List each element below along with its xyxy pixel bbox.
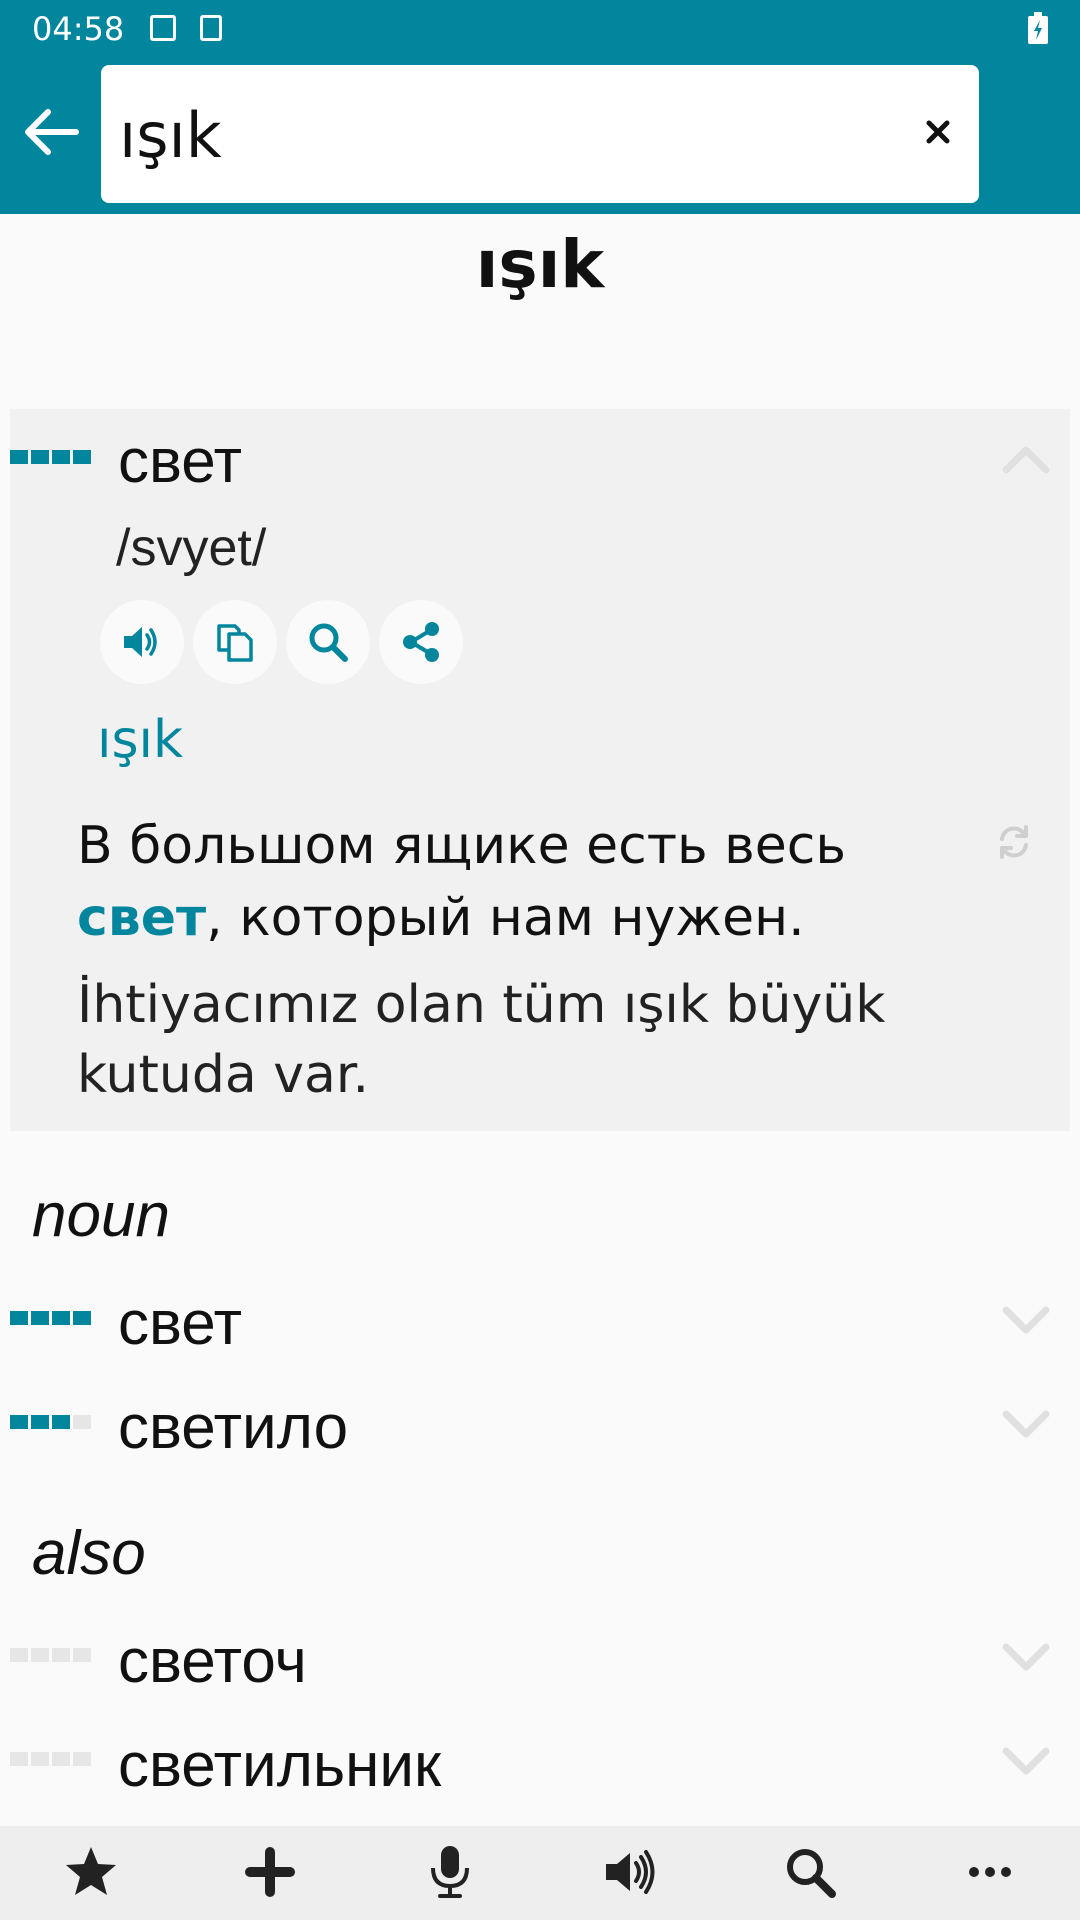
list-item-word[interactable]: светильник [118,1730,441,1801]
list-item-word[interactable]: светило [118,1392,348,1463]
refresh-icon[interactable] [996,824,1032,860]
search-query[interactable]: ışık [119,99,222,172]
battery-icon [1028,12,1048,44]
pronounce-button[interactable] [100,600,184,684]
share-button[interactable] [379,600,463,684]
frequency-bars [10,1648,91,1662]
bottom-toolbar [0,1826,1080,1920]
headword-title: ışık [475,226,605,303]
clear-icon[interactable] [919,113,957,151]
speaker-icon[interactable] [602,1844,658,1900]
frequency-bars [10,450,91,464]
list-item-word[interactable]: светоч [118,1626,307,1697]
frequency-bars [10,1415,91,1429]
example-sentence-tr: İhtiyacımız olan tüm ışık büyük kutuda v… [77,975,886,1105]
app-bar: ışık [0,56,1080,214]
example-highlight: свет [77,888,207,948]
status-time: 04:58 [32,10,125,48]
search-input[interactable]: ışık [101,65,979,203]
star-icon[interactable] [63,1844,119,1900]
microphone-icon[interactable] [422,1844,478,1900]
share-icon [403,622,439,662]
status-bar: 04:58 [0,0,1080,56]
speaker-icon [124,627,157,657]
frequency-bars [10,1752,91,1766]
app-notification-icon [200,15,222,41]
chevron-down-icon[interactable] [1002,1643,1050,1673]
frequency-bars [10,1311,91,1325]
list-item-word[interactable]: свет [118,1288,242,1359]
copy-icon [217,624,253,662]
back-arrow-icon[interactable] [18,100,82,164]
lookup-button[interactable] [286,600,370,684]
section-label-also: also [32,1519,146,1588]
chevron-down-icon[interactable] [1002,1306,1050,1336]
example-text: В большом ящике есть весь [77,816,847,876]
image-notification-icon [150,15,176,41]
section-label-noun: noun [32,1181,170,1250]
translation-word[interactable]: свет [118,426,242,497]
plus-icon[interactable] [242,1844,298,1900]
source-lemma-link[interactable]: ışık [97,710,183,770]
more-icon[interactable] [962,1844,1018,1900]
example-sentence-ru: В большом ящике есть весь свет, который … [77,810,957,954]
chevron-up-icon[interactable] [1002,444,1050,474]
search-icon[interactable] [782,1844,838,1900]
transliteration: /svyet/ [116,519,267,577]
copy-button[interactable] [193,600,277,684]
search-icon [309,623,348,662]
chevron-down-icon[interactable] [1002,1410,1050,1440]
example-text: , который нам нужен. [206,888,805,948]
chevron-down-icon[interactable] [1002,1747,1050,1777]
